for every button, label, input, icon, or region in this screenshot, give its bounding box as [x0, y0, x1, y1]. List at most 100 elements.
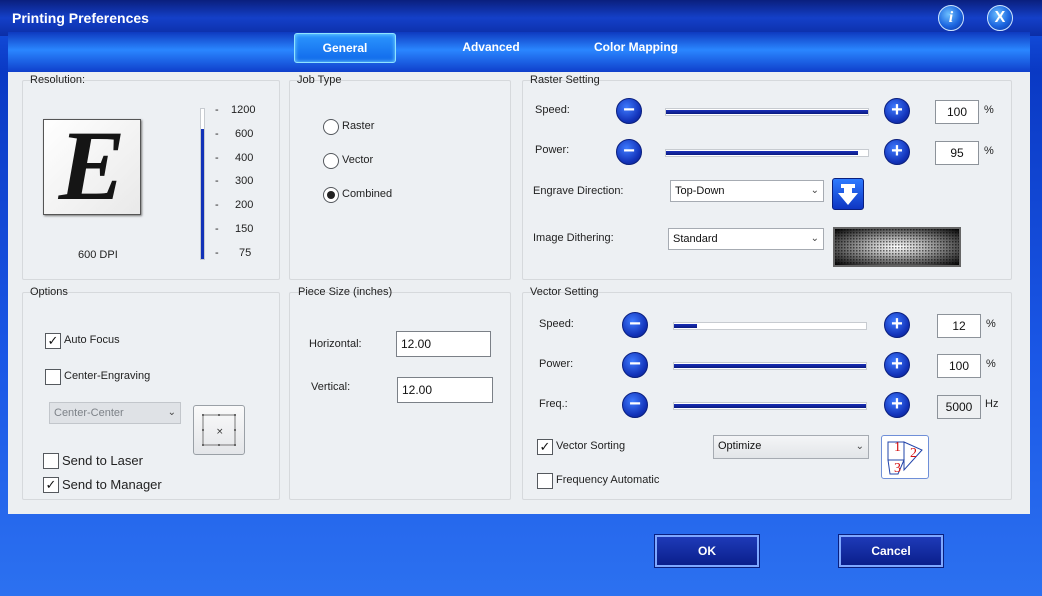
- arrow-down-icon: [838, 184, 858, 205]
- center-position-picker[interactable]: ×: [193, 405, 245, 455]
- dpi-slider-fill: [201, 129, 204, 259]
- sort-order-icon: [887, 441, 923, 475]
- dpi-slider[interactable]: [200, 108, 205, 260]
- dpi-tick: 75: [239, 247, 252, 259]
- center-position-select[interactable]: Center-Center ⌄: [49, 402, 181, 424]
- tab-general[interactable]: General: [294, 33, 396, 63]
- resolution-preview: E: [43, 116, 141, 216]
- ok-button[interactable]: OK: [655, 535, 759, 567]
- vector-freq-slider[interactable]: [673, 402, 867, 410]
- cancel-button[interactable]: Cancel: [839, 535, 943, 567]
- vector-freq-label: Freq.:: [539, 398, 568, 410]
- vector-power-minus-button[interactable]: −: [622, 352, 648, 378]
- center-engraving-label: Center-Engraving: [64, 370, 151, 382]
- radio-combined[interactable]: [323, 187, 339, 203]
- sort-order-2: 2: [910, 446, 917, 461]
- tab-color-mapping[interactable]: Color Mapping: [580, 33, 692, 63]
- raster-title: Raster Setting: [530, 74, 600, 86]
- chevron-down-icon: ⌄: [167, 407, 176, 418]
- info-icon[interactable]: i: [938, 5, 964, 31]
- vector-power-label: Power:: [539, 358, 574, 370]
- vector-sorting-checkbox[interactable]: ✓: [537, 439, 553, 455]
- dpi-tick: 600: [235, 128, 254, 140]
- slider-fill: [666, 110, 868, 114]
- send-to-laser-label: Send to Laser: [62, 453, 143, 468]
- vector-freq-unit: Hz: [985, 398, 999, 410]
- options-group: [22, 292, 280, 500]
- vertical-label: Vertical:: [311, 381, 351, 393]
- vector-title: Vector Setting: [530, 286, 599, 298]
- sort-order-1: 1: [894, 440, 901, 455]
- vector-freq-minus-button[interactable]: −: [622, 392, 648, 418]
- raster-speed-minus-button[interactable]: −: [616, 98, 642, 124]
- chevron-down-icon: ⌄: [855, 441, 864, 452]
- frequency-automatic-checkbox[interactable]: [537, 473, 553, 489]
- vector-freq-input[interactable]: 5000: [937, 395, 981, 419]
- tab-advanced[interactable]: Advanced: [440, 33, 542, 63]
- job-type-title: Job Type: [297, 74, 342, 86]
- dpi-tick: 1200: [231, 104, 256, 116]
- send-to-laser-checkbox[interactable]: [43, 453, 59, 469]
- dither-pattern: [835, 229, 959, 265]
- vector-sorting-label: Vector Sorting: [556, 440, 626, 452]
- horizontal-input[interactable]: 12.00: [396, 331, 491, 357]
- engrave-direction-value: Top-Down: [675, 185, 725, 197]
- engrave-direction-select[interactable]: Top-Down ⌄: [670, 180, 824, 202]
- resolution-title: Resolution:: [30, 74, 86, 86]
- vector-sorting-select[interactable]: Optimize ⌄: [713, 435, 869, 459]
- vector-speed-minus-button[interactable]: −: [622, 312, 648, 338]
- chevron-down-icon: ⌄: [810, 185, 819, 196]
- engrave-direction-label: Engrave Direction:: [533, 185, 624, 197]
- vector-power-unit: %: [986, 358, 996, 370]
- vector-speed-label: Speed:: [539, 318, 574, 330]
- title-bar: [0, 0, 1042, 36]
- vector-power-slider[interactable]: [673, 362, 867, 370]
- auto-focus-checkbox[interactable]: ✓: [45, 333, 61, 349]
- radio-selected-dot: [327, 191, 335, 199]
- raster-power-unit: %: [984, 145, 994, 157]
- vector-speed-slider[interactable]: [673, 322, 867, 330]
- chevron-down-icon: ⌄: [810, 233, 819, 244]
- svg-text:×: ×: [216, 427, 224, 437]
- slider-fill: [666, 151, 858, 155]
- job-type-group: [289, 80, 511, 280]
- raster-power-slider[interactable]: [665, 149, 869, 157]
- center-grid-icon: ×: [202, 414, 236, 446]
- raster-speed-label: Speed:: [535, 104, 570, 116]
- image-dithering-select[interactable]: Standard ⌄: [668, 228, 824, 250]
- raster-speed-plus-button[interactable]: +: [884, 98, 910, 124]
- radio-raster[interactable]: [323, 119, 339, 135]
- auto-focus-label: Auto Focus: [64, 334, 120, 346]
- raster-power-plus-button[interactable]: +: [884, 139, 910, 165]
- vector-power-plus-button[interactable]: +: [884, 352, 910, 378]
- send-to-manager-checkbox[interactable]: ✓: [43, 477, 59, 493]
- vector-speed-input[interactable]: 12: [937, 314, 981, 338]
- slider-fill: [674, 404, 866, 408]
- raster-power-minus-button[interactable]: −: [616, 139, 642, 165]
- dpi-tick: 300: [235, 175, 254, 187]
- send-to-manager-label: Send to Manager: [62, 477, 162, 492]
- slider-fill: [674, 364, 866, 368]
- options-title: Options: [30, 286, 68, 298]
- vector-sorting-value: Optimize: [718, 440, 762, 452]
- vertical-input[interactable]: 12.00: [397, 377, 493, 403]
- raster-speed-unit: %: [984, 104, 994, 116]
- raster-power-input[interactable]: 95: [935, 141, 979, 165]
- close-icon[interactable]: X: [987, 5, 1013, 31]
- radio-raster-label: Raster: [342, 120, 375, 132]
- radio-combined-label: Combined: [342, 188, 393, 200]
- sort-order-preview: 1 2 3: [881, 435, 929, 479]
- piece-size-title: Piece Size (inches): [298, 286, 393, 298]
- raster-power-label: Power:: [535, 144, 570, 156]
- center-position-value: Center-Center: [54, 407, 124, 419]
- engrave-direction-button[interactable]: [832, 178, 864, 210]
- image-dithering-value: Standard: [673, 233, 718, 245]
- slider-fill: [674, 324, 698, 328]
- vector-power-input[interactable]: 100: [937, 354, 981, 378]
- center-engraving-checkbox[interactable]: [45, 369, 61, 385]
- radio-vector[interactable]: [323, 153, 339, 169]
- vector-freq-plus-button[interactable]: +: [884, 392, 910, 418]
- vector-speed-plus-button[interactable]: +: [884, 312, 910, 338]
- raster-speed-slider[interactable]: [665, 108, 869, 116]
- raster-speed-input[interactable]: 100: [935, 100, 979, 124]
